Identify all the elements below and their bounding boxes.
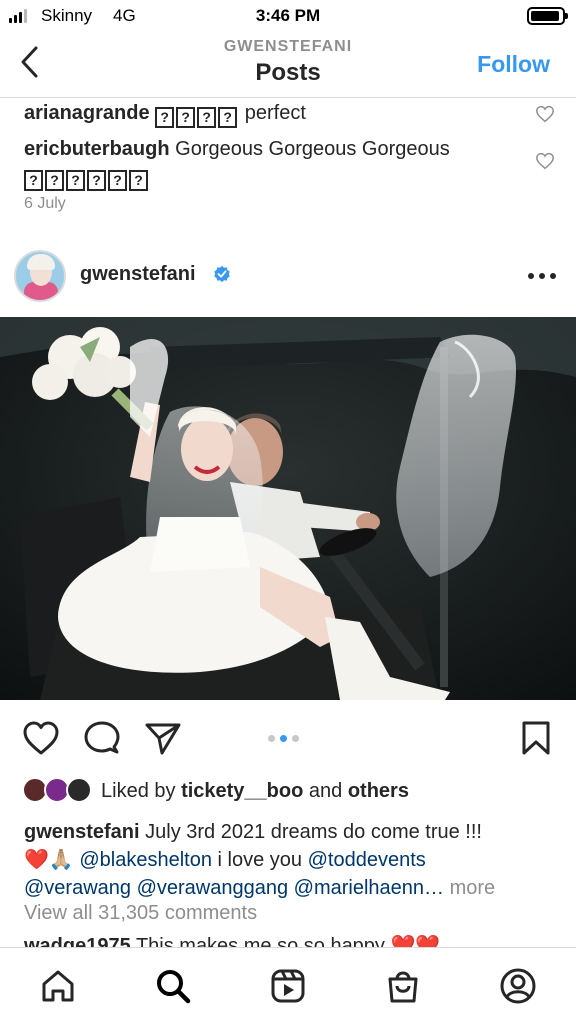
unrendered-emoji: ???? [155,100,239,128]
comment-icon[interactable] [84,720,120,756]
search-icon[interactable] [155,968,191,1004]
comment-text: perfect [244,102,306,124]
partial-comment: wadge1975 This makes me so so happy ❤️❤️ [24,933,440,947]
battery-icon [527,7,568,25]
comment-username[interactable]: wadge1975 [24,935,131,947]
status-bar: Skinny 4G 3:46 PM [0,0,576,32]
post-caption: gwenstefani July 3rd 2021 dreams do come… [24,818,564,902]
bookmark-icon[interactable] [520,720,552,756]
carousel-dot-active [280,735,287,742]
carousel-indicator [268,735,299,742]
comment-item: arianagrande ???? perfect [24,100,306,128]
comment-text: Gorgeous Gorgeous Gorgeous [175,138,450,160]
home-icon[interactable] [40,968,76,1004]
unrendered-emoji: ?????? [24,163,150,191]
carousel-dot [268,735,275,742]
more-options-icon[interactable] [527,272,557,280]
caption-emoji: ❤️🙏🏼 [24,849,74,871]
bottom-nav [0,947,576,1024]
follow-button[interactable]: Follow [477,51,550,78]
comment-username[interactable]: ericbuterbaugh [24,138,170,160]
previous-post-date: 6 July [24,195,66,212]
reels-icon[interactable] [270,968,306,1004]
avatar[interactable] [14,250,66,302]
comment-like-heart-icon[interactable] [535,105,555,123]
caption-text: July 3rd 2021 dreams do come true !!! [145,821,482,843]
profile-icon[interactable] [500,968,536,1004]
caption-mention[interactable]: @toddevents [308,849,426,871]
top-header: GWENSTEFANI Posts Follow [0,32,576,98]
comment-like-heart-icon[interactable] [535,152,555,170]
comment-text: This makes me so so happy ❤️❤️ [135,935,441,947]
liked-by-label: Liked by [101,780,176,802]
liker-avatar[interactable] [66,777,92,803]
liked-by-text: Liked by tickety__boo and others [101,780,409,803]
status-time: 3:46 PM [255,6,321,25]
view-all-comments-link[interactable]: View all 31,305 comments [24,902,257,925]
caption-username[interactable]: gwenstefani [24,821,140,843]
liked-by-username[interactable]: tickety__boo [181,780,303,802]
liked-by-and: and [308,780,343,802]
caption-more-link[interactable]: more [450,877,496,899]
shop-icon[interactable] [385,968,421,1004]
caption-mention[interactable]: @blakeshelton [79,849,212,871]
caption-mention[interactable]: @verawang [24,877,131,899]
heart-icon[interactable] [22,720,60,756]
liked-by-others[interactable]: others [348,780,409,802]
caption-mention[interactable]: @verawanggang [137,877,289,899]
carousel-dot [292,735,299,742]
caption-mention[interactable]: @marielhaenn… [294,877,444,899]
comment-item: ericbuterbaugh Gorgeous Gorgeous Gorgeou… [24,136,524,191]
share-icon[interactable] [144,720,182,756]
verified-badge-icon [214,265,230,283]
post-username[interactable]: gwenstefani [80,263,196,286]
post-photo[interactable] [0,317,576,700]
caption-text: i love you [217,849,303,871]
comment-username[interactable]: arianagrande [24,102,150,124]
